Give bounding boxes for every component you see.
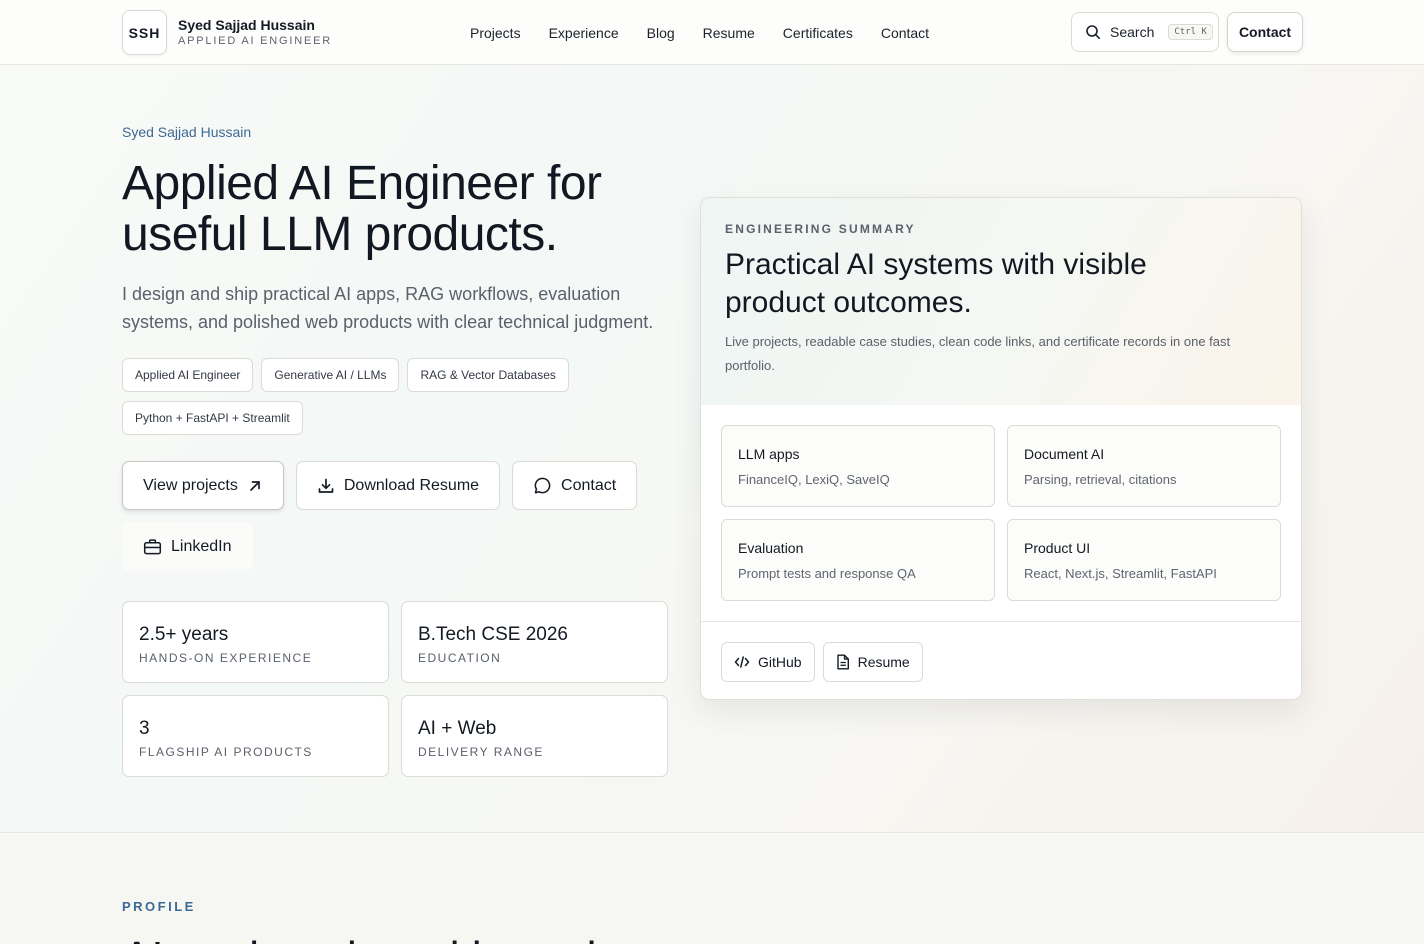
message-circle-icon [533, 476, 552, 495]
card-links: GitHub Resume [701, 622, 1301, 682]
github-label: GitHub [758, 654, 802, 670]
skill-chips: Applied AI Engineer Generative AI / LLMs… [122, 358, 592, 435]
header-contact-button[interactable]: Contact [1227, 12, 1303, 52]
stat-value: B.Tech CSE 2026 [418, 624, 568, 645]
nav-contact[interactable]: Contact [881, 24, 929, 42]
stat-label: DELIVERY RANGE [418, 745, 544, 759]
feature-description: Parsing, retrieval, citations [1024, 472, 1177, 487]
nav-blog[interactable]: Blog [647, 24, 675, 42]
brand-role: APPLIED AI ENGINEER [178, 35, 333, 47]
feature-title: Evaluation [738, 540, 804, 556]
brand-logo: SSH [122, 10, 167, 55]
nav-resume[interactable]: Resume [703, 24, 755, 42]
stat-value: AI + Web [418, 718, 497, 739]
summary-title: Practical AI systems with visible produc… [725, 248, 1147, 319]
contact-button[interactable]: Contact [512, 461, 638, 510]
download-resume-label: Download Resume [343, 476, 480, 494]
search-icon [1085, 24, 1110, 40]
search-label: Search [1110, 24, 1155, 40]
nav-projects[interactable]: Projects [470, 24, 521, 42]
hero-eyebrow: Syed Sajjad Hussain [122, 124, 252, 140]
summary-description: Live projects, readable case studies, cl… [725, 334, 1231, 373]
stat-label: EDUCATION [418, 651, 502, 665]
feature-title: Product UI [1024, 540, 1091, 556]
contact-label: Contact [561, 476, 617, 494]
view-projects-label: View projects [143, 476, 238, 494]
download-icon [317, 477, 335, 495]
skill-chip: Python + FastAPI + Streamlit [122, 401, 303, 435]
stat-card: 2.5+ years HANDS-ON EXPERIENCE [122, 601, 389, 683]
resume-link-button[interactable]: Resume [822, 642, 923, 682]
stat-value: 3 [139, 718, 150, 739]
linkedin-button[interactable]: LinkedIn [122, 522, 253, 571]
skill-chip: Generative AI / LLMs [261, 358, 400, 392]
profile-eyebrow: PROFILE [122, 899, 196, 914]
stat-value: 2.5+ years [139, 624, 229, 645]
profile-section: PROFILE AI engineering with product [0, 834, 1424, 944]
feature-title: Document AI [1024, 446, 1105, 462]
resume-label: Resume [857, 654, 910, 670]
brand-home-link[interactable]: SSH Syed Sajjad Hussain APPLIED AI ENGIN… [122, 10, 332, 55]
feature-grid: LLM apps FinanceIQ, LexiQ, SaveIQ Docume… [701, 405, 1301, 601]
main-nav: Projects Experience Blog Resume Certific… [470, 24, 929, 42]
search-shortcut-badge: Ctrl K [1168, 24, 1213, 40]
nav-experience[interactable]: Experience [549, 24, 619, 42]
engineering-summary-card: ENGINEERING SUMMARY Practical AI systems… [700, 197, 1302, 700]
arrow-up-right-icon [247, 478, 263, 494]
stat-card: 3 FLAGSHIP AI PRODUCTS [122, 695, 389, 777]
search-button[interactable]: Search Ctrl K [1071, 12, 1219, 52]
brand-name: Syed Sajjad Hussain [178, 17, 315, 33]
file-text-icon [836, 654, 850, 670]
github-link-button[interactable]: GitHub [721, 642, 815, 682]
feature-description: React, Next.js, Streamlit, FastAPI [1024, 566, 1217, 581]
view-projects-button[interactable]: View projects [122, 461, 284, 510]
code-icon [734, 655, 750, 669]
briefcase-icon [143, 538, 162, 556]
feature-description: Prompt tests and response QA [738, 566, 916, 581]
nav-certificates[interactable]: Certificates [783, 24, 853, 42]
summary-eyebrow: ENGINEERING SUMMARY [725, 222, 916, 236]
hero-title: Applied AI Engineer for useful LLM produ… [122, 157, 602, 261]
feature-title: LLM apps [738, 446, 800, 462]
feature-card: LLM apps FinanceIQ, LexiQ, SaveIQ [721, 425, 995, 507]
feature-description: FinanceIQ, LexiQ, SaveIQ [738, 472, 890, 487]
stat-label: FLAGSHIP AI PRODUCTS [139, 745, 313, 759]
skill-chip: RAG & Vector Databases [407, 358, 569, 392]
download-resume-button[interactable]: Download Resume [295, 461, 501, 510]
hero-subtitle: I design and ship practical AI apps, RAG… [122, 284, 654, 332]
stat-card: B.Tech CSE 2026 EDUCATION [401, 601, 668, 683]
feature-card: Evaluation Prompt tests and response QA [721, 519, 995, 601]
skill-chip: Applied AI Engineer [122, 358, 254, 392]
feature-card: Product UI React, Next.js, Streamlit, Fa… [1007, 519, 1281, 601]
stat-card: AI + Web DELIVERY RANGE [401, 695, 668, 777]
profile-heading: AI engineering with product [122, 933, 655, 944]
hero-actions: View projects Download Resume Contact Li… [122, 461, 662, 571]
linkedin-label: LinkedIn [171, 537, 232, 555]
feature-card: Document AI Parsing, retrieval, citation… [1007, 425, 1281, 507]
stats-grid: 2.5+ years HANDS-ON EXPERIENCE B.Tech CS… [122, 601, 668, 777]
stat-label: HANDS-ON EXPERIENCE [139, 651, 313, 665]
site-header: SSH Syed Sajjad Hussain APPLIED AI ENGIN… [0, 0, 1424, 65]
